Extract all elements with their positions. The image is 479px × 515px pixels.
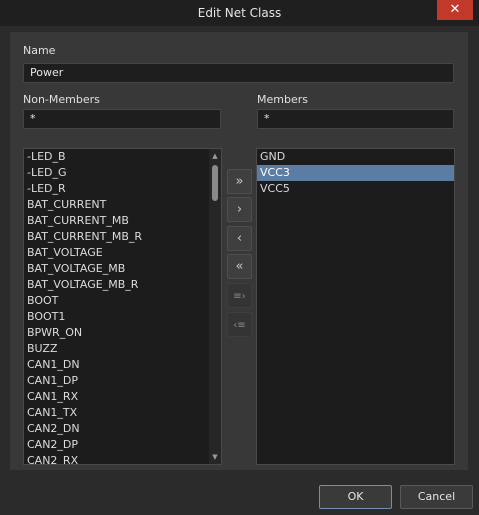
add-filtered-button[interactable]: ≡› — [227, 283, 252, 308]
scroll-up-icon[interactable]: ▲ — [209, 151, 221, 161]
list-item[interactable]: BPWR_ON — [24, 325, 221, 341]
cancel-button[interactable]: Cancel — [400, 485, 473, 509]
list-item[interactable]: -LED_R — [24, 181, 221, 197]
list-item[interactable]: CAN1_TX — [24, 405, 221, 421]
list-item[interactable]: BAT_VOLTAGE_MB_R — [24, 277, 221, 293]
members-filter-input[interactable]: * — [257, 109, 454, 129]
list-item[interactable]: VCC5 — [257, 181, 454, 197]
list-item[interactable]: GND — [257, 149, 454, 165]
add-button[interactable]: › — [227, 197, 252, 222]
non-members-list[interactable]: -LED_B -LED_G -LED_R BAT_CURRENT BAT_CURRENT… — [23, 148, 222, 465]
non-members-filter-input[interactable]: * — [23, 109, 221, 129]
members-label: Members — [257, 93, 308, 106]
name-label: Name — [23, 44, 56, 57]
members-items: GND VCC3 VCC5 — [257, 149, 454, 197]
list-item[interactable]: CAN1_DP — [24, 373, 221, 389]
scroll-thumb[interactable] — [212, 165, 218, 201]
list-item[interactable]: BOOT1 — [24, 309, 221, 325]
non-members-items: -LED_B -LED_G -LED_R BAT_CURRENT BAT_CURRENT… — [24, 149, 221, 464]
list-item[interactable]: BUZZ — [24, 341, 221, 357]
list-item[interactable]: CAN1_DN — [24, 357, 221, 373]
add-all-button[interactable]: » — [227, 169, 252, 194]
scroll-down-icon[interactable]: ▼ — [209, 452, 221, 462]
list-item[interactable]: -LED_B — [24, 149, 221, 165]
list-item[interactable]: CAN1_RX — [24, 389, 221, 405]
list-item[interactable]: BAT_CURRENT — [24, 197, 221, 213]
non-members-scrollbar[interactable]: ▲ ▼ — [209, 149, 221, 464]
list-item[interactable]: BAT_VOLTAGE — [24, 245, 221, 261]
remove-button[interactable]: ‹ — [227, 226, 252, 251]
name-input[interactable]: Power — [23, 63, 454, 83]
list-item[interactable]: VCC3 — [257, 165, 454, 181]
window-title: Edit Net Class — [197, 6, 282, 20]
double-chevron-right-icon: » — [235, 174, 244, 189]
non-members-label: Non-Members — [23, 93, 100, 106]
list-item[interactable]: BOOT — [24, 293, 221, 309]
ok-button[interactable]: OK — [319, 485, 392, 509]
list-item[interactable]: -LED_G — [24, 165, 221, 181]
chevron-right-icon: › — [236, 202, 243, 217]
remove-filtered-button[interactable]: ‹≡ — [227, 312, 252, 337]
list-item[interactable]: BAT_CURRENT_MB — [24, 213, 221, 229]
close-button[interactable]: ✕ — [437, 0, 473, 20]
list-item[interactable]: BAT_CURRENT_MB_R — [24, 229, 221, 245]
list-item[interactable]: BAT_VOLTAGE_MB — [24, 261, 221, 277]
double-chevron-left-icon: « — [235, 259, 244, 274]
remove-all-button[interactable]: « — [227, 254, 252, 279]
list-item[interactable]: CAN2_RX — [24, 453, 221, 464]
list-arrow-left-icon: ‹≡ — [233, 320, 246, 331]
chevron-left-icon: ‹ — [236, 231, 243, 246]
close-icon: ✕ — [449, 2, 461, 17]
list-item[interactable]: CAN2_DP — [24, 437, 221, 453]
list-item[interactable]: CAN2_DN — [24, 421, 221, 437]
list-arrow-right-icon: ≡› — [233, 291, 246, 302]
members-list[interactable]: GND VCC3 VCC5 — [256, 148, 455, 465]
